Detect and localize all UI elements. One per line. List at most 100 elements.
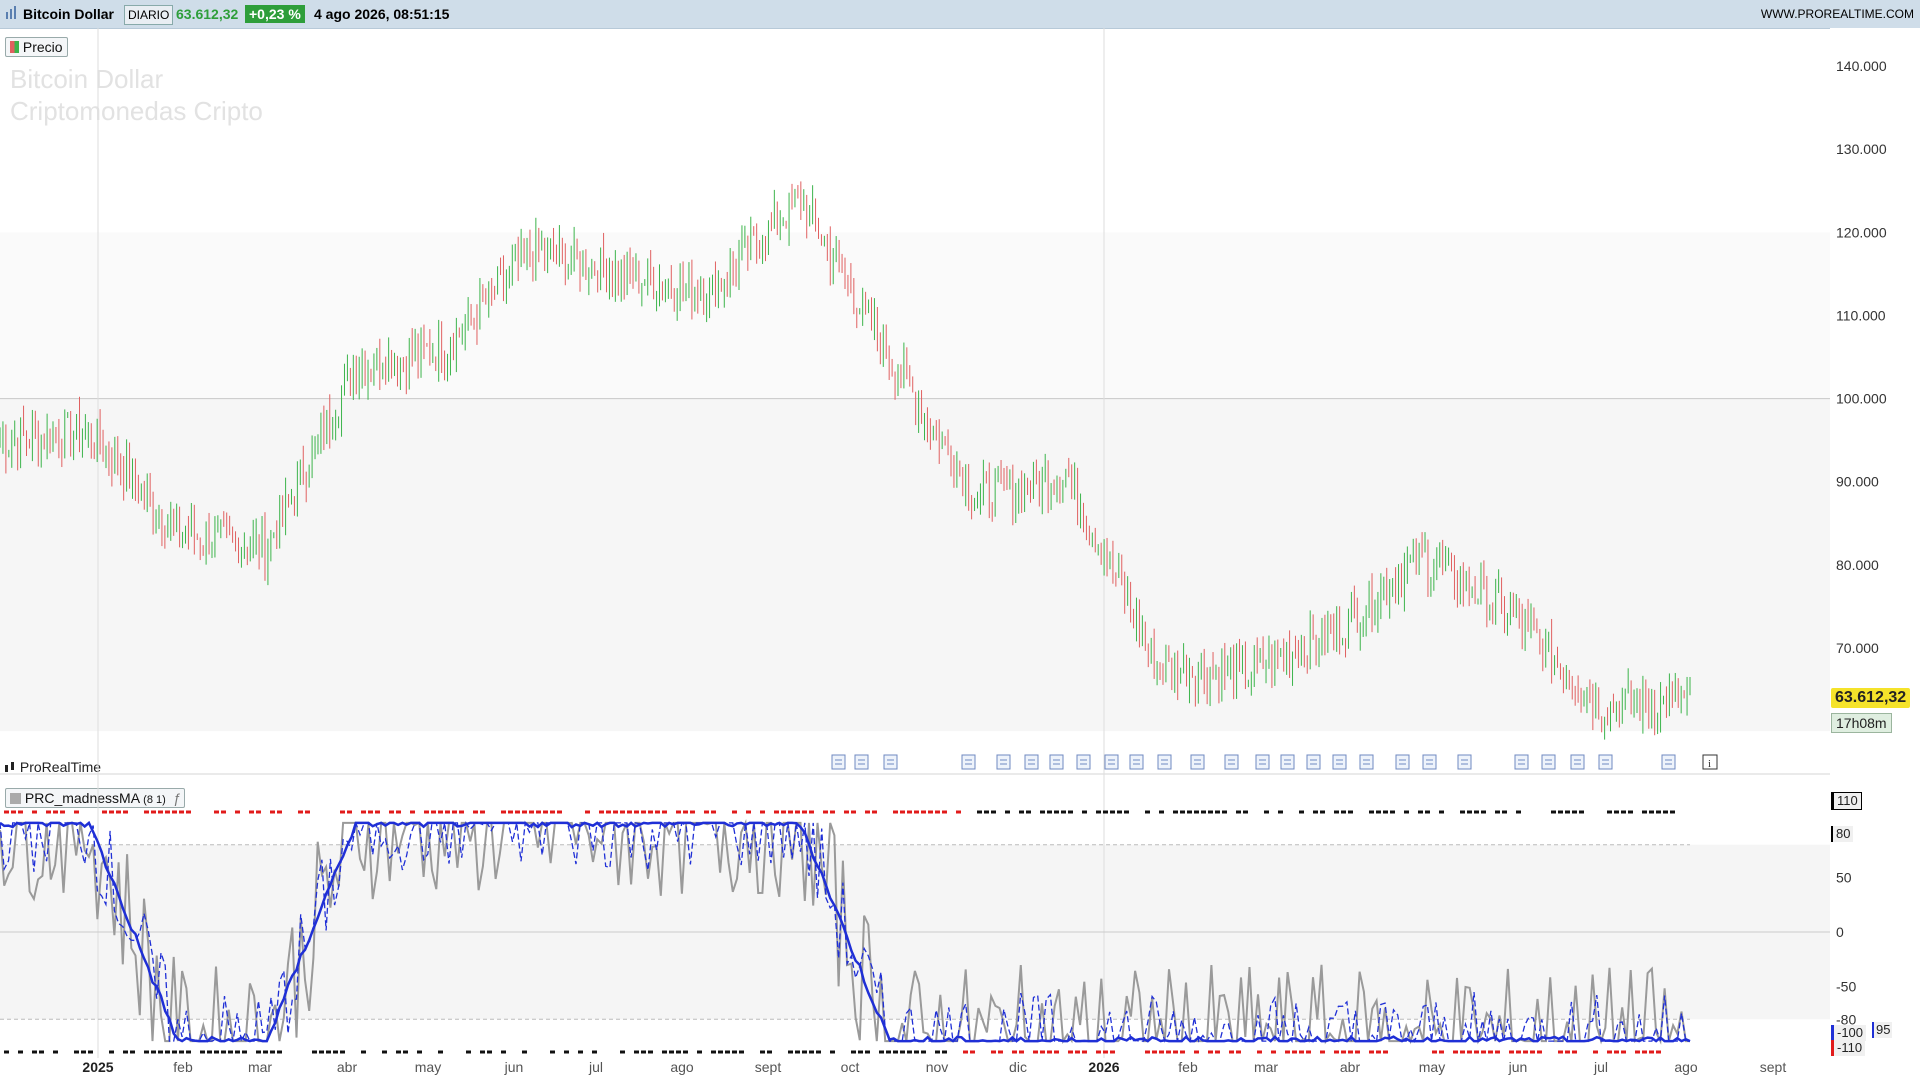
signal-dot-bottom: [1677, 1051, 1682, 1054]
signal-dot-top: [368, 810, 373, 814]
signal-dot-top: [1551, 810, 1556, 814]
signal-dot-bottom: [949, 1051, 954, 1054]
signal-dot-bottom: [935, 1050, 940, 1054]
signal-dot-top: [655, 810, 660, 814]
signal-dot-top: [529, 810, 534, 814]
signal-dot-bottom: [1558, 1050, 1563, 1054]
signal-dot-bottom: [620, 1050, 625, 1054]
signal-dot-bottom: [277, 1050, 282, 1054]
time-tick-label: mar: [1254, 1059, 1278, 1075]
signal-dot-bottom: [116, 1051, 121, 1054]
signal-dot-top: [1110, 810, 1115, 814]
time-tick-label: jun: [1508, 1059, 1528, 1075]
signal-dot-top: [1621, 810, 1626, 814]
signal-dot-bottom: [1180, 1050, 1185, 1054]
signal-dot-top: [396, 810, 401, 814]
signal-dot-top: [1201, 810, 1206, 814]
signal-dot-bottom: [1383, 1050, 1388, 1054]
signal-dot-top: [88, 811, 93, 814]
signal-dot-bottom: [592, 1050, 597, 1054]
signal-dot-bottom: [718, 1050, 723, 1054]
signal-dot-bottom: [1313, 1051, 1318, 1054]
signal-dot-bottom: [837, 1051, 842, 1054]
signal-dot-top: [1607, 810, 1612, 814]
signal-dot-bottom: [403, 1050, 408, 1054]
signal-dot-bottom: [1460, 1050, 1465, 1054]
signal-dot-bottom: [662, 1050, 667, 1054]
signal-dot-bottom: [711, 1050, 716, 1054]
indicator-tag-lower-c: -110: [1831, 1040, 1866, 1056]
signal-dot-top: [46, 810, 51, 814]
signal-dot-bottom: [221, 1050, 226, 1054]
signal-dot-top: [1208, 810, 1213, 814]
signal-dot-bottom: [60, 1051, 65, 1054]
signal-dot-bottom: [557, 1051, 562, 1054]
signal-dot-top: [620, 810, 625, 814]
signal-dot-bottom: [480, 1050, 485, 1054]
signal-dot-bottom: [928, 1051, 933, 1054]
signal-dot-top: [1320, 810, 1325, 814]
event-document-icon: [1104, 754, 1119, 770]
event-document-icon: [1157, 754, 1172, 770]
signal-dot-bottom: [1243, 1051, 1248, 1054]
signal-dot-top: [1229, 811, 1234, 814]
signal-dot-bottom: [1516, 1050, 1521, 1054]
time-tick-label: may: [415, 1059, 441, 1075]
signal-dot-bottom: [137, 1051, 142, 1054]
signal-dot-bottom: [1152, 1050, 1157, 1054]
signal-dot-bottom: [235, 1050, 240, 1054]
signal-dot-top: [235, 810, 240, 814]
timeframe-button[interactable]: DIARIO: [124, 5, 174, 25]
signal-dot-bottom: [767, 1050, 772, 1054]
signal-dot-bottom: [697, 1050, 702, 1054]
signal-dot-bottom: [1439, 1050, 1444, 1054]
signal-dot-top: [1117, 810, 1122, 814]
signal-dot-top: [746, 810, 751, 814]
signal-dot-bottom: [109, 1050, 114, 1054]
signal-dot-top: [1670, 810, 1675, 814]
signal-dot-bottom: [1271, 1050, 1276, 1054]
signal-dot-bottom: [368, 1051, 373, 1054]
signal-dot-top: [67, 811, 72, 814]
chart-type-icon[interactable]: [5, 6, 17, 23]
signal-dot-top: [921, 810, 926, 814]
signal-dot-top: [123, 810, 128, 814]
time-tick-label: ago: [1674, 1059, 1698, 1075]
band-120-100: [0, 232, 1830, 399]
axis-bg: [1830, 28, 1920, 1080]
signal-dot-top: [1481, 810, 1486, 814]
time-tick-label: abr: [337, 1059, 358, 1075]
signal-dot-bottom: [613, 1051, 618, 1054]
signal-dot-bottom: [1467, 1050, 1472, 1054]
signal-dot-top: [1579, 810, 1584, 814]
signal-dot-top: [11, 810, 16, 814]
signal-dot-bottom: [396, 1050, 401, 1054]
signal-dot-bottom: [445, 1051, 450, 1054]
signal-dot-bottom: [158, 1050, 163, 1054]
signal-dot-top: [1026, 810, 1031, 814]
instrument-name[interactable]: Bitcoin Dollar: [23, 6, 114, 22]
signal-dot-bottom: [74, 1050, 79, 1054]
signal-dot-bottom: [1565, 1050, 1570, 1054]
signal-dot-top: [417, 811, 422, 814]
time-tick-label: jul: [588, 1059, 603, 1075]
event-document-icon: [996, 754, 1011, 770]
signal-dot-top: [599, 810, 604, 814]
signal-dot-bottom: [375, 1051, 380, 1054]
chart-canvas[interactable]: 140.000 130.000 120.000 110.000 100.000 90.00…: [0, 28, 1920, 1080]
signal-dot-top: [1635, 811, 1640, 814]
signal-dot-bottom: [564, 1050, 569, 1054]
signal-dot-bottom: [179, 1050, 184, 1054]
signal-dot-bottom: [494, 1051, 499, 1054]
signal-dot-bottom: [1348, 1050, 1353, 1054]
signal-dot-top: [935, 810, 940, 814]
signal-dot-bottom: [186, 1050, 191, 1054]
signal-dot-bottom: [844, 1051, 849, 1054]
signal-dot-top: [18, 810, 23, 814]
signal-dot-top: [1012, 811, 1017, 814]
signal-dot-bottom: [1341, 1050, 1346, 1054]
signal-dot-bottom: [1236, 1050, 1241, 1054]
signal-dot-bottom: [39, 1050, 44, 1054]
website-link[interactable]: WWW.PROREALTIME.COM: [1761, 6, 1914, 22]
signal-dot-bottom: [214, 1050, 219, 1054]
